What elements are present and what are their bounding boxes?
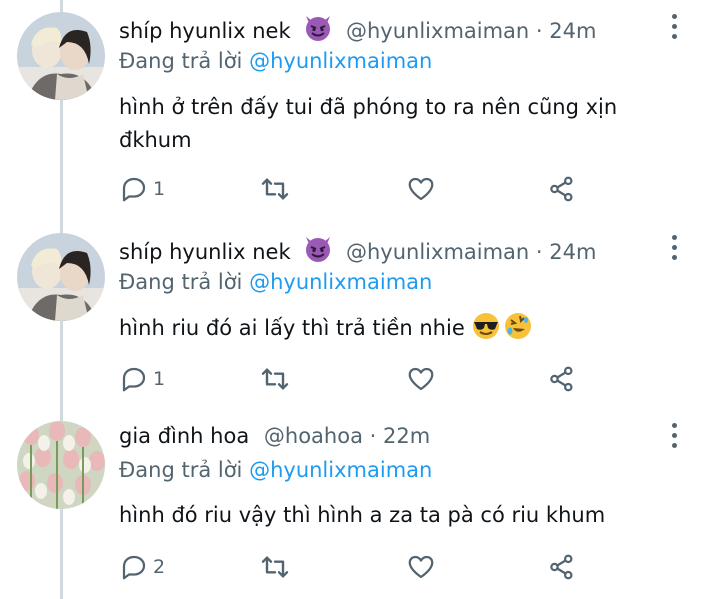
display-name[interactable]: shíp hyunlix nek — [119, 240, 291, 264]
separator-dot: · — [535, 240, 543, 264]
reply-button[interactable]: 2 — [119, 550, 165, 584]
tweet-text: hình ở trên đấy tui đã phóng to ra nên c… — [119, 95, 618, 152]
user-handle[interactable]: @hyunlixmaiman — [346, 19, 529, 43]
smiling-face-with-horns-emoji — [303, 233, 333, 271]
share-icon — [550, 366, 573, 392]
retweet-button[interactable] — [259, 362, 291, 396]
share-icon — [550, 176, 573, 202]
heart-icon — [408, 555, 434, 579]
user-handle[interactable]: @hoahoa — [264, 424, 363, 448]
replying-to-prefix: Đang trả lời — [119, 49, 243, 73]
retweet-button[interactable] — [259, 172, 291, 206]
retweet-icon — [261, 368, 289, 390]
share-icon — [550, 554, 573, 580]
avatar[interactable] — [17, 12, 105, 100]
tweet-actions: 2 — [119, 550, 589, 584]
replying-to-prefix: Đang trả lời — [119, 270, 243, 294]
replying-to: Đang trả lời @hyunlixmaiman — [119, 455, 432, 485]
retweet-icon — [261, 178, 289, 200]
timestamp[interactable]: 24m — [549, 19, 596, 43]
tweet[interactable]: shíp hyunlix nek @hyunlixmaiman · 24m Đa… — [0, 233, 720, 405]
reply-icon — [122, 177, 146, 202]
retweet-icon — [261, 556, 289, 578]
reply-button[interactable]: 1 — [119, 362, 165, 396]
timestamp[interactable]: 22m — [383, 424, 430, 448]
more-options-icon[interactable] — [667, 235, 681, 263]
share-button[interactable] — [547, 362, 577, 396]
reply-icon — [122, 367, 146, 392]
tweet-text: hình riu đó ai lấy thì trả tiền nhie — [119, 316, 465, 340]
replying-to: Đang trả lời @hyunlixmaiman — [119, 267, 432, 297]
display-name[interactable]: gia đình hoa — [119, 424, 249, 448]
tweet[interactable]: shíp hyunlix nek @hyunlixmaiman · 24m Đa… — [0, 12, 720, 217]
timestamp[interactable]: 24m — [549, 240, 596, 264]
tweet[interactable]: gia đình hoa @hoahoa · 22m Đang trả lời … — [0, 421, 720, 599]
reply-count: 1 — [153, 368, 166, 390]
separator-dot: · — [369, 424, 377, 448]
replying-to-mention[interactable]: @hyunlixmaiman — [249, 458, 432, 482]
avatar[interactable] — [17, 233, 105, 321]
share-button[interactable] — [547, 550, 577, 584]
separator-dot: · — [535, 19, 543, 43]
tweet-text: hình đó riu vậy thì hình a za ta pà có r… — [119, 503, 606, 527]
share-button[interactable] — [547, 172, 577, 206]
more-options-icon[interactable] — [667, 14, 681, 42]
avatar[interactable] — [17, 421, 105, 509]
reply-button[interactable]: 1 — [119, 172, 165, 206]
like-button[interactable] — [406, 172, 436, 206]
replying-to: Đang trả lời @hyunlixmaiman — [119, 46, 432, 76]
retweet-button[interactable] — [259, 550, 291, 584]
rolling-laughing-emoji — [503, 311, 533, 351]
user-handle[interactable]: @hyunlixmaiman — [346, 240, 529, 264]
smiling-face-with-horns-emoji — [303, 12, 333, 50]
heart-icon — [408, 177, 434, 201]
tweet-text-container: hình riu đó ai lấy thì trả tiền nhie — [119, 311, 639, 351]
heart-icon — [408, 367, 434, 391]
replying-to-prefix: Đang trả lời — [119, 458, 243, 482]
more-options-icon[interactable] — [667, 423, 681, 451]
display-name[interactable]: shíp hyunlix nek — [119, 19, 291, 43]
reply-count: 2 — [153, 556, 166, 578]
reply-count: 1 — [153, 178, 166, 200]
tweet-actions: 1 — [119, 362, 589, 396]
reply-icon — [122, 555, 146, 580]
like-button[interactable] — [406, 362, 436, 396]
tweet-actions: 1 — [119, 172, 589, 206]
like-button[interactable] — [406, 550, 436, 584]
sunglasses-face-emoji — [471, 311, 501, 351]
replying-to-mention[interactable]: @hyunlixmaiman — [249, 49, 432, 73]
replying-to-mention[interactable]: @hyunlixmaiman — [249, 270, 432, 294]
